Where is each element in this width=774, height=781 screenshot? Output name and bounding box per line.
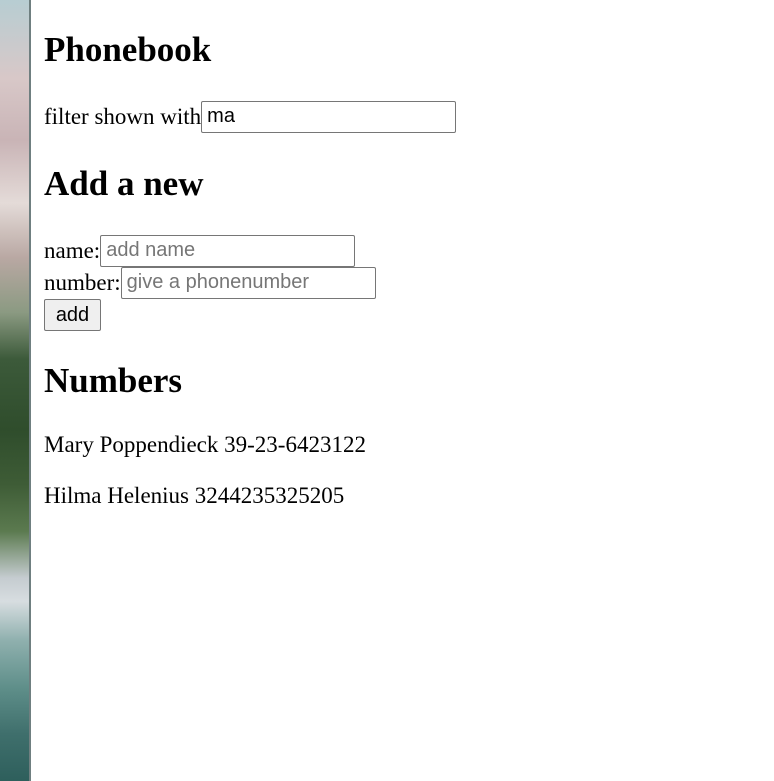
person-number: 39-23-6423122 [224,432,366,457]
filter-label: filter shown with [44,103,202,129]
desktop-wallpaper-strip [0,0,31,781]
number-row: number: [44,266,376,299]
numbers-heading: Numbers [44,361,183,400]
person-entry: Hilma Helenius 3244235325205 [44,482,344,510]
name-row: name: [44,234,356,267]
add-button[interactable]: add [44,299,101,331]
name-label: name: [44,237,101,263]
page-title: Phonebook [44,30,212,69]
person-number: 3244235325205 [194,483,345,508]
filter-row: filter shown with [44,100,457,133]
person-name: Mary Poppendieck [44,432,219,457]
add-new-heading: Add a new [44,164,204,203]
person-name: Hilma Helenius [44,483,189,508]
number-input[interactable] [120,266,376,299]
name-input[interactable] [100,234,356,267]
number-label: number: [44,269,121,295]
person-entry: Mary Poppendieck 39-23-6423122 [44,431,366,459]
filter-input[interactable] [201,100,457,133]
